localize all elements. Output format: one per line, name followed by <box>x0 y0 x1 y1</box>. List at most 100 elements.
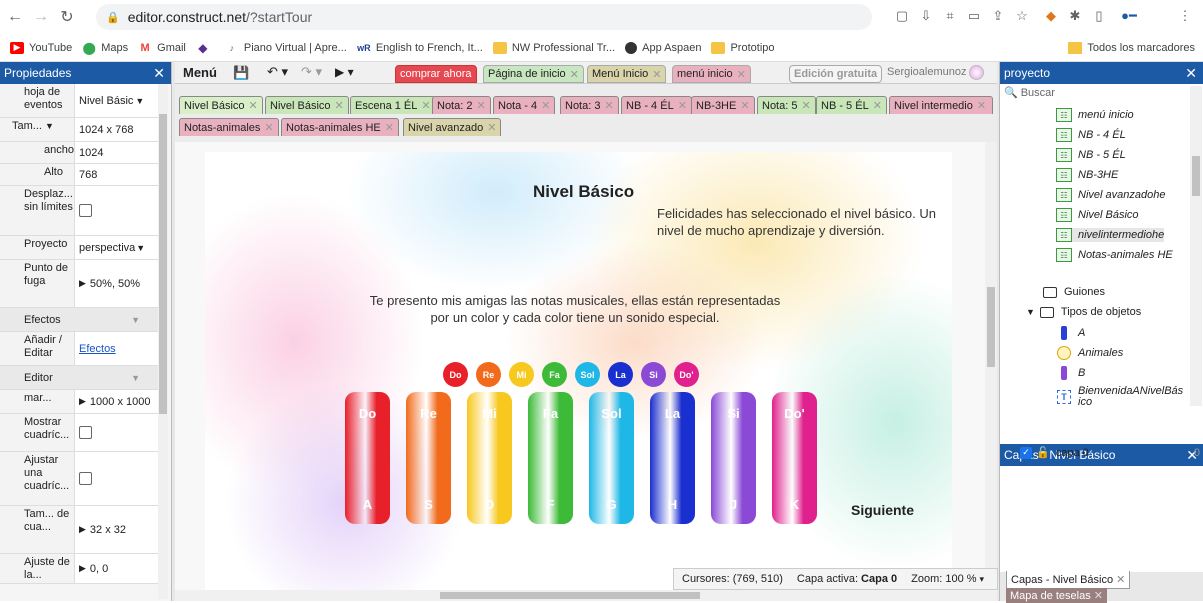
close-icon[interactable]: ✕ <box>487 121 496 134</box>
properties-scrollbar[interactable] <box>158 84 168 599</box>
object-animales[interactable]: Animales <box>1056 346 1123 360</box>
start-page-tab[interactable]: Página de inicio ✕ <box>483 65 584 83</box>
address-bar[interactable]: 🔒 editor.construct.net/?startTour <box>96 4 872 30</box>
bookmark-youtube[interactable]: ▶ YouTube <box>10 41 72 54</box>
scrollbar-thumb[interactable] <box>440 592 700 599</box>
unbounded-scroll-checkbox[interactable] <box>79 204 92 217</box>
expand-icon[interactable]: ▼ <box>1026 307 1035 317</box>
object-a[interactable]: A <box>1056 326 1085 340</box>
share-icon[interactable]: ⇪ <box>989 7 1007 25</box>
note-key[interactable]: Re S <box>406 392 451 524</box>
prop-row[interactable]: Añadir / Editar Efectos <box>0 332 158 366</box>
next-button[interactable]: Siguiente <box>851 502 914 518</box>
note-key[interactable]: Fa F <box>528 392 573 524</box>
prop-row[interactable]: Tam... de cua... ▶ 32 x 32 <box>0 506 158 554</box>
tab-nivel-avanzado[interactable]: Nivel avanzado ✕ <box>403 118 502 136</box>
tab-nivel-basico-layout[interactable]: Nivel Básico ✕ <box>179 96 263 114</box>
back-icon[interactable]: ← <box>4 6 26 28</box>
layout-hscrollbar[interactable] <box>175 590 987 601</box>
avatar[interactable] <box>969 65 984 80</box>
save-icon[interactable]: 💾 <box>233 65 249 81</box>
tab-notas-animales-he[interactable]: Notas-animales HE ✕ <box>281 118 399 136</box>
effects-link[interactable]: Efectos <box>79 343 116 355</box>
bookmark-prototipo[interactable]: Prototipo <box>711 41 775 54</box>
prop-row[interactable]: hoja de eventos Nivel Básic ▼ <box>0 84 158 118</box>
object-bienvenida[interactable]: T BienvenidaANivelBás ico <box>1056 386 1186 408</box>
prop-value[interactable]: Nivel Básic ▼ <box>75 84 158 117</box>
undo-icon[interactable]: ↶ ▾ <box>267 64 288 80</box>
tab-nb-4[interactable]: NB - 4 ÉL ✕ <box>621 96 692 114</box>
layout-view[interactable]: Nivel Básico Felicidades has seleccionad… <box>175 142 987 601</box>
layout-vscrollbar[interactable] <box>985 142 997 601</box>
tab-nivel-intermedio[interactable]: Nivel intermedio ✕ <box>889 96 993 114</box>
close-icon[interactable]: ✕ <box>249 99 258 112</box>
tab-nota-3[interactable]: Nota: 3 ✕ <box>560 96 619 114</box>
install-icon[interactable]: ⇩ <box>917 7 935 25</box>
tab-layers[interactable]: Capas - Nivel Básico ✕ <box>1006 571 1131 589</box>
close-icon[interactable]: ✕ <box>421 99 430 112</box>
prop-row[interactable]: ancho 1024 <box>0 142 158 164</box>
close-icon[interactable]: ✕ <box>604 99 613 112</box>
close-icon[interactable]: ✕ <box>1185 65 1197 82</box>
menu-inicio-tab[interactable]: Menú Inicio ✕ <box>587 65 667 83</box>
note-dot[interactable]: Re <box>476 362 501 387</box>
prop-value[interactable] <box>75 186 158 235</box>
project-search[interactable]: 🔍 Buscar <box>1004 86 1055 100</box>
prop-value[interactable] <box>75 414 158 451</box>
profile-icon[interactable]: ●━ <box>1114 7 1144 25</box>
redo-icon[interactable]: ↷ ▾ <box>301 64 322 80</box>
bookmark-maps[interactable]: ⬤ Maps <box>82 41 128 55</box>
prop-row[interactable]: Desplaz... sin límites <box>0 186 158 236</box>
folder-guiones[interactable]: Guiones <box>1042 285 1105 299</box>
tab-nb-3he[interactable]: NB-3HE ✕ <box>691 96 755 114</box>
prop-value[interactable]: ▶ 50%, 50% <box>75 260 158 307</box>
event-sheet-item[interactable]: ☷ NB - 5 ÉL <box>1056 148 1126 162</box>
tab-search-icon[interactable]: ▢ <box>893 7 911 25</box>
prop-value[interactable]: perspectiva ▼ <box>75 236 158 259</box>
metamask-icon[interactable]: ◆ <box>1042 7 1060 25</box>
tab-nivel-basico-events[interactable]: Nivel Básico ✕ <box>265 96 349 114</box>
close-icon[interactable]: ✕ <box>678 99 687 112</box>
translate-icon[interactable]: ⌗ <box>941 7 959 25</box>
cast-icon[interactable]: ▭ <box>965 7 983 25</box>
note-key[interactable]: La H <box>650 392 695 524</box>
prop-value[interactable]: ▶ 32 x 32 <box>75 506 158 553</box>
extensions-icon[interactable]: ✱ <box>1066 7 1084 25</box>
close-icon[interactable]: ✕ <box>977 99 986 112</box>
expand-icon[interactable]: ▶ <box>79 396 86 407</box>
expand-icon[interactable]: ▶ <box>79 524 86 535</box>
close-icon[interactable]: ✕ <box>1116 574 1125 586</box>
close-icon[interactable]: ✕ <box>1094 590 1103 602</box>
folder-object-types[interactable]: ▼ Tipos de objetos <box>1026 305 1141 319</box>
object-b[interactable]: B <box>1056 366 1085 380</box>
prop-row[interactable]: Ajuste de la... ▶ 0, 0 <box>0 554 158 584</box>
forward-icon[interactable]: → <box>30 6 52 28</box>
prop-value[interactable] <box>75 452 158 505</box>
close-icon[interactable]: ✕ <box>385 121 394 134</box>
prop-value[interactable]: ▶ 1000 x 1000 <box>75 390 158 413</box>
event-sheet-item[interactable]: ☷ Nivel avanzadohe <box>1056 188 1165 202</box>
event-sheet-item[interactable]: ☷ menú inicio <box>1056 108 1134 122</box>
note-key[interactable]: Mi D <box>467 392 512 524</box>
snap-grid-checkbox[interactable] <box>79 472 92 485</box>
event-sheet-item[interactable]: ☷ Nivel Básico <box>1056 208 1139 222</box>
intro-text[interactable]: Te presento mis amigas las notas musical… <box>360 292 790 326</box>
tab-nota-4[interactable]: Nota - 4 ✕ <box>493 96 556 114</box>
note-dot[interactable]: Do' <box>674 362 699 387</box>
menu-icon[interactable]: ⋮ <box>1176 7 1194 25</box>
lock-icon[interactable]: 🔓 <box>1036 446 1050 459</box>
layer-row[interactable]: ✓ 🔓 capa 0 0 <box>1020 446 1200 459</box>
close-icon[interactable]: ✕ <box>264 121 273 134</box>
close-icon[interactable]: ✕ <box>541 99 550 112</box>
tab-nota-5[interactable]: Nota: 5 ✕ <box>757 96 816 114</box>
close-icon[interactable]: ✕ <box>801 99 810 112</box>
buy-now-tab[interactable]: comprar ahora <box>395 65 477 83</box>
tab-escena[interactable]: Escena 1 ÉL ✕ <box>350 96 436 114</box>
note-dot[interactable]: Do <box>443 362 468 387</box>
prop-value[interactable]: 1024 <box>75 142 158 163</box>
event-sheet-item[interactable]: ☷ Notas-animales HE <box>1056 248 1173 262</box>
chevron-down-icon[interactable]: ▾ <box>980 574 985 585</box>
note-dot[interactable]: Sol <box>575 362 600 387</box>
prop-row[interactable]: Ajustar una cuadríc... <box>0 452 158 506</box>
sidepanel-icon[interactable]: ▯ <box>1090 7 1108 25</box>
